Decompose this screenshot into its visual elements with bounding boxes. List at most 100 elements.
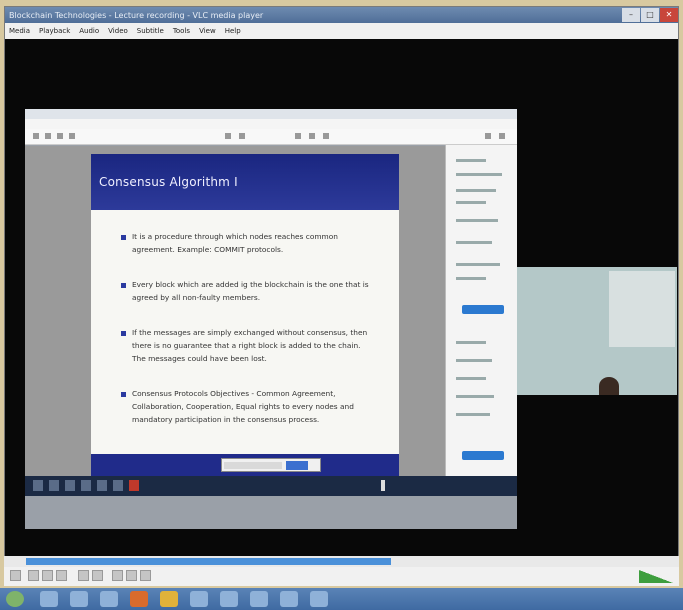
toolbar-button (295, 133, 301, 139)
bullet-item: Consensus Protocols Objectives - Common … (121, 387, 371, 426)
panel-line (456, 413, 490, 416)
sharing-notice-text (224, 462, 282, 469)
toolbar-button (33, 133, 39, 139)
presentation-slide: Consensus Algorithm I It is a procedure … (91, 154, 399, 476)
seek-played (26, 558, 391, 565)
previous-button[interactable] (28, 570, 39, 581)
bullet-item: If the messages are simply exchanged wit… (121, 326, 371, 365)
close-icon[interactable]: ✕ (660, 8, 678, 22)
panel-line (456, 173, 502, 176)
panel-line (456, 219, 498, 222)
play-pause-button[interactable] (10, 570, 21, 581)
taskbar-app-icon[interactable] (130, 591, 148, 607)
menu-media[interactable]: Media (9, 27, 30, 35)
taskbar-app-icon[interactable] (310, 591, 328, 607)
fullscreen-button[interactable] (78, 570, 89, 581)
viewer-toolbar (25, 129, 517, 145)
shuffle-button[interactable] (140, 570, 151, 581)
panel-primary-button[interactable] (462, 305, 504, 314)
menu-view[interactable]: View (199, 27, 216, 35)
bullet-text: If the messages are simply exchanged wit… (132, 328, 368, 363)
player-menu-bar: Media Playback Audio Video Subtitle Tool… (5, 23, 678, 39)
taskbar-cursor (381, 480, 385, 491)
panel-line (456, 395, 494, 398)
toolbar-button (309, 133, 315, 139)
toolbar-button (69, 133, 75, 139)
minimize-icon[interactable]: – (622, 8, 640, 22)
seek-bar[interactable] (4, 556, 679, 567)
toolbar-button (499, 133, 505, 139)
bullet-text: Consensus Protocols Objectives - Common … (132, 389, 354, 424)
document-view: Consensus Algorithm I It is a procedure … (25, 146, 445, 476)
slide-bullets: It is a procedure through which nodes re… (121, 230, 371, 448)
taskbar-app-icon[interactable] (70, 591, 88, 607)
webcam-tile (517, 267, 677, 395)
menu-video[interactable]: Video (108, 27, 128, 35)
window-controls: – □ ✕ (621, 8, 678, 22)
player-controls (4, 567, 679, 586)
video-area[interactable]: Consensus Algorithm I It is a procedure … (5, 39, 678, 573)
toolbar-button (225, 133, 231, 139)
taskbar-app-icon[interactable] (160, 591, 178, 607)
bullet-text: It is a procedure through which nodes re… (132, 232, 338, 254)
menu-help[interactable]: Help (225, 27, 241, 35)
taskbar-app-icon[interactable] (280, 591, 298, 607)
shared-screen-taskbar (25, 476, 517, 496)
start-button[interactable] (6, 591, 24, 607)
playlist-button[interactable] (112, 570, 123, 581)
bullet-marker (121, 235, 126, 240)
menu-audio[interactable]: Audio (79, 27, 99, 35)
screen: Blockchain Technologies - Lecture record… (0, 0, 683, 610)
viewer-side-panel (445, 145, 517, 477)
bullet-text: Every block which are added ig the block… (132, 280, 369, 302)
next-button[interactable] (56, 570, 67, 581)
panel-line (456, 159, 486, 162)
webcam-background (609, 271, 675, 347)
slide-footer (91, 454, 399, 476)
host-taskbar (0, 588, 683, 610)
panel-line (456, 359, 492, 362)
bullet-marker (121, 331, 126, 336)
panel-line (456, 277, 486, 280)
stop-button[interactable] (42, 570, 53, 581)
shared-screen: Consensus Algorithm I It is a procedure … (25, 109, 517, 529)
taskbar-app-icon[interactable] (100, 591, 118, 607)
menu-playback[interactable]: Playback (39, 27, 70, 35)
taskbar-app-icon[interactable] (250, 591, 268, 607)
taskbar-app-icon (65, 480, 75, 491)
bullet-item: It is a procedure through which nodes re… (121, 230, 371, 256)
panel-line (456, 341, 486, 344)
panel-line (456, 189, 496, 192)
taskbar-app-icon[interactable] (220, 591, 238, 607)
taskbar-app-icon (97, 480, 107, 491)
toolbar-button (323, 133, 329, 139)
panel-line (456, 263, 500, 266)
slide-title: Consensus Algorithm I (99, 175, 238, 189)
bullet-marker (121, 283, 126, 288)
viewer-menu-bar (25, 119, 517, 129)
taskbar-app-icon (81, 480, 91, 491)
media-player-window: Blockchain Technologies - Lecture record… (4, 6, 679, 586)
menu-tools[interactable]: Tools (173, 27, 190, 35)
taskbar-app-icon (129, 480, 139, 491)
panel-line (456, 241, 492, 244)
toolbar-button (57, 133, 63, 139)
taskbar-app-icon[interactable] (40, 591, 58, 607)
slide-header: Consensus Algorithm I (91, 154, 399, 210)
taskbar-app-icon (33, 480, 43, 491)
stop-sharing-button[interactable] (286, 461, 308, 470)
menu-subtitle[interactable]: Subtitle (137, 27, 164, 35)
extended-settings-button[interactable] (92, 570, 103, 581)
maximize-icon[interactable]: □ (641, 8, 659, 22)
toolbar-button (485, 133, 491, 139)
toolbar-button (45, 133, 51, 139)
viewer-title-bar (25, 109, 517, 119)
panel-secondary-button[interactable] (462, 451, 504, 460)
volume-slider[interactable] (639, 570, 673, 583)
panel-line (456, 201, 486, 204)
loop-button[interactable] (126, 570, 137, 581)
sharing-notice-bar (221, 458, 321, 472)
taskbar-app-icon[interactable] (190, 591, 208, 607)
taskbar-app-icon (113, 480, 123, 491)
player-title-bar: Blockchain Technologies - Lecture record… (5, 7, 678, 23)
